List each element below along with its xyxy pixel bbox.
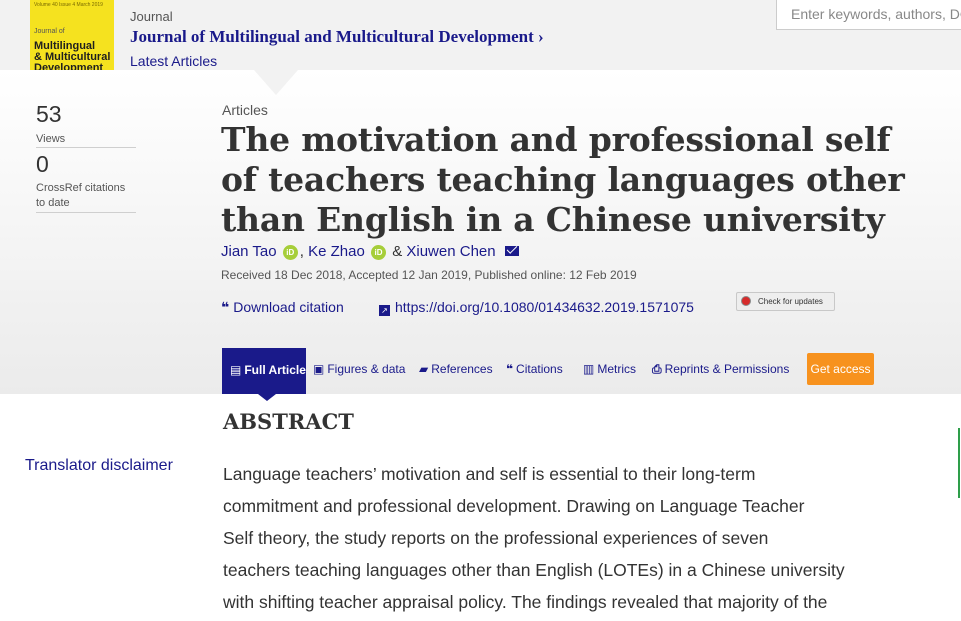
views-count: 53 (36, 101, 62, 127)
tab-label: Figures & data (327, 362, 406, 376)
envelope-icon[interactable] (504, 246, 519, 256)
tab-label: Full Article (244, 363, 306, 377)
check-for-updates-button[interactable]: Check for updates (736, 292, 835, 311)
author-separator: & (392, 243, 403, 260)
active-tab-caret (258, 394, 276, 401)
abstract-line: Self theory, the study reports on the pr… (223, 528, 769, 548)
journal-title-text: Journal of Multilingual and Multicultura… (130, 27, 534, 46)
doi-text: https://doi.org/10.1080/01434632.2019.15… (395, 299, 694, 315)
author-link[interactable]: Jian Tao (221, 243, 277, 260)
cover-journal-of: Journal of (34, 28, 65, 35)
chevron-right-icon: › (538, 27, 544, 46)
article-title: The motivation and professional self of … (221, 120, 905, 239)
tab-references[interactable]: ▰ References (419, 362, 493, 376)
quote-icon: ❝ (221, 299, 230, 315)
abstract-line: commitment and professional development.… (223, 496, 805, 516)
tab-figures-data[interactable]: ▣ Figures & data (313, 362, 405, 376)
cover-issue-text: Volume 40 Issue 4 March 2019 (34, 2, 103, 8)
tab-label: Metrics (597, 362, 637, 376)
latest-articles-link[interactable]: Latest Articles (130, 53, 217, 69)
download-citation-label: Download citation (233, 299, 344, 315)
orcid-icon[interactable]: iD (282, 245, 298, 260)
orcid-icon[interactable]: iD (371, 245, 387, 260)
search-input[interactable]: Enter keywords, authors, DOI (776, 0, 961, 30)
author-separator: , (299, 243, 304, 260)
tab-metrics[interactable]: ▥ Metrics (583, 362, 636, 376)
crossref-count: 0 (36, 151, 49, 177)
print-icon: ⎙ (652, 362, 662, 376)
author-list: Jian Tao iD, Ke Zhao iD & Xiuwen Chen (221, 243, 519, 260)
tab-citations[interactable]: ❝ Citations (506, 362, 563, 376)
get-access-button[interactable]: Get access (807, 353, 874, 385)
quote-icon: ❝ (506, 362, 514, 376)
author-link[interactable]: Ke Zhao (308, 243, 365, 260)
journal-cover-image[interactable]: Volume 40 Issue 4 March 2019 Journal of … (30, 0, 114, 70)
tab-label: Citations (516, 362, 563, 376)
external-link-icon: ↗ (379, 305, 390, 316)
tab-label: Reprints & Permissions (664, 362, 790, 376)
translator-disclaimer-link[interactable]: Translator disclaimer (25, 457, 173, 475)
tab-full-article[interactable]: ▤ Full Article (222, 348, 306, 394)
journal-label: Journal (130, 9, 173, 24)
journal-title-link[interactable]: Journal of Multilingual and Multicultura… (130, 27, 544, 47)
tab-reprints-permissions[interactable]: ⎙ Reprints & Permissions (652, 362, 789, 377)
cover-title-line3: Development (34, 62, 104, 70)
edge-indicator (958, 428, 960, 498)
abstract-line: teachers teaching languages other than E… (223, 560, 845, 580)
abstract-text: Language teachers’ motivation and self i… (223, 458, 913, 618)
publication-dates: Received 18 Dec 2018, Accepted 12 Jan 20… (221, 268, 637, 282)
metrics-divider (36, 212, 136, 213)
crossmark-icon (741, 296, 751, 306)
image-icon: ▣ (313, 362, 325, 376)
document-icon: ▤ (230, 363, 242, 377)
article-type: Articles (222, 102, 268, 118)
doi-link[interactable]: ↗ https://doi.org/10.1080/01434632.2019.1… (379, 299, 694, 316)
check-updates-label: Check for updates (758, 297, 823, 306)
tab-label: References (431, 362, 493, 376)
views-label: Views (36, 133, 66, 145)
abstract-line: Language teachers’ motivation and self i… (223, 464, 756, 484)
header-notch (254, 70, 298, 95)
metrics-divider (36, 147, 136, 148)
download-citation-link[interactable]: ❝ Download citation (221, 299, 344, 316)
abstract-heading: ABSTRACT (223, 409, 354, 434)
author-link[interactable]: Xiuwen Chen (406, 243, 495, 260)
crossref-label: CrossRef citations to date (36, 182, 126, 209)
abstract-line: with shifting teacher appraisal policy. … (223, 592, 828, 612)
bar-chart-icon: ▥ (583, 362, 595, 376)
book-icon: ▰ (419, 362, 429, 376)
